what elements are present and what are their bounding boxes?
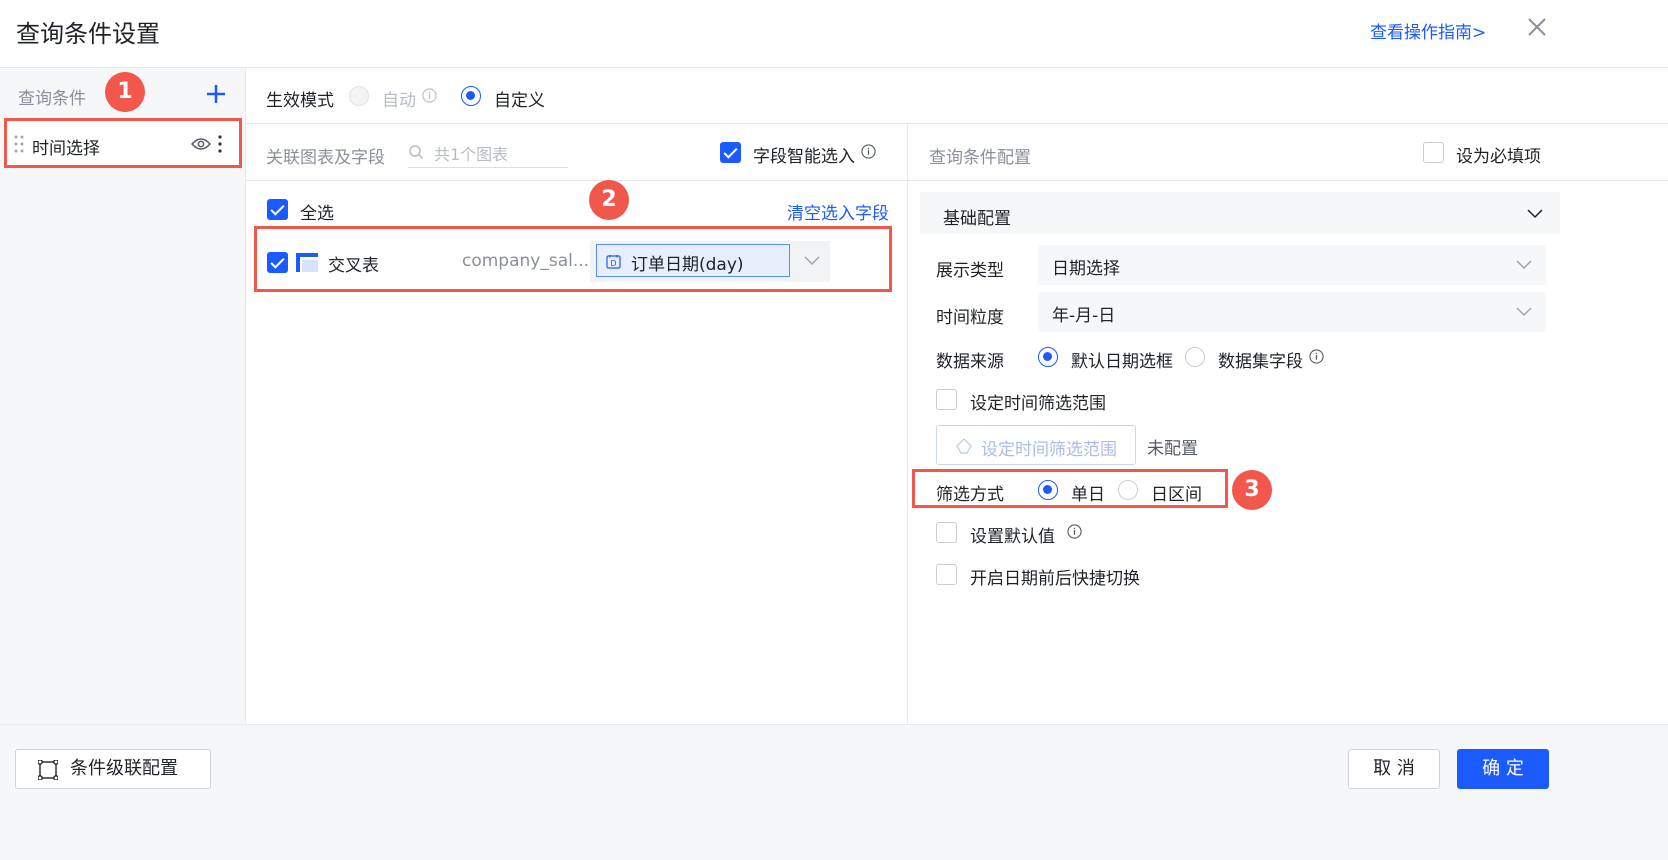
cross-table-icon bbox=[296, 253, 318, 272]
linked-charts-header: 关联图表及字段 共1个图表 字段智能选入 bbox=[246, 124, 908, 181]
clear-fields-link[interactable]: 清空选入字段 bbox=[787, 199, 889, 224]
select-all-label: 全选 bbox=[300, 204, 334, 224]
condition-config-panel: 查询条件配置 设为必填项 基础配置 展示类型 日期选择 时间粒度 年-月-日 数… bbox=[908, 124, 1668, 724]
search-input[interactable]: 共1个图表 bbox=[434, 141, 508, 165]
dialog-header: 查询条件设置 查看操作指南> bbox=[0, 0, 1668, 68]
condition-item[interactable]: 时间选择 bbox=[4, 118, 242, 168]
condition-config-header: 查询条件配置 设为必填项 bbox=[908, 124, 1668, 181]
cascade-config-label: 条件级联配置 bbox=[70, 758, 178, 779]
chevron-down-icon[interactable] bbox=[804, 256, 820, 266]
funnel-icon bbox=[956, 438, 972, 454]
data-source-field-radio[interactable] bbox=[1185, 347, 1205, 367]
date-field-icon: D bbox=[606, 255, 621, 269]
granularity-select[interactable]: 年-月-日 bbox=[1038, 292, 1546, 332]
time-range-label: 设定时间筛选范围 bbox=[970, 394, 1106, 414]
time-range-checkbox[interactable] bbox=[936, 389, 957, 410]
linked-charts-panel: 关联图表及字段 共1个图表 字段智能选入 全选 2 清空选入字段 交叉表 com… bbox=[246, 124, 908, 724]
confirm-button[interactable]: 确 定 bbox=[1457, 749, 1549, 789]
default-value-label: 设置默认值 bbox=[970, 527, 1055, 547]
cancel-button[interactable]: 取 消 bbox=[1348, 749, 1440, 789]
dialog-title: 查询条件设置 bbox=[16, 20, 160, 48]
quick-switch-label: 开启日期前后快捷切换 bbox=[970, 569, 1140, 589]
condition-list-panel: 查询条件 1 时间选择 bbox=[0, 68, 246, 724]
data-source-default-label: 默认日期选框 bbox=[1071, 352, 1173, 372]
granularity-value: 年-月-日 bbox=[1052, 306, 1116, 326]
chart-dataset: company_sal... bbox=[462, 251, 590, 271]
mode-auto-label: 自动 bbox=[382, 91, 416, 111]
info-icon bbox=[422, 88, 437, 103]
set-time-range-button-label: 设定时间筛选范围 bbox=[981, 440, 1117, 460]
field-tag[interactable]: D 订单日期(day) bbox=[596, 244, 790, 277]
smart-select-checkbox[interactable] bbox=[720, 142, 741, 163]
mode-custom-radio[interactable] bbox=[461, 86, 481, 106]
svg-text:D: D bbox=[610, 259, 616, 268]
filter-mode-single-label: 单日 bbox=[1071, 485, 1105, 505]
condition-list-title: 查询条件 bbox=[18, 89, 86, 109]
default-value-checkbox[interactable] bbox=[936, 522, 957, 543]
basic-config-section[interactable]: 基础配置 bbox=[920, 192, 1560, 234]
chart-row[interactable]: 交叉表 company_sal... D 订单日期(day) bbox=[254, 226, 892, 292]
info-icon bbox=[1309, 349, 1324, 364]
chevron-down-icon[interactable] bbox=[1527, 209, 1543, 219]
mode-auto-radio[interactable] bbox=[349, 86, 369, 106]
info-icon bbox=[861, 144, 876, 159]
filter-mode-single-radio[interactable] bbox=[1038, 480, 1058, 500]
data-source-label: 数据来源 bbox=[936, 352, 1004, 372]
smart-select-label: 字段智能选入 bbox=[753, 147, 855, 167]
time-range-status: 未配置 bbox=[1147, 439, 1198, 459]
info-icon bbox=[1067, 524, 1082, 539]
select-all-checkbox[interactable] bbox=[267, 199, 288, 220]
chevron-down-icon bbox=[1516, 307, 1532, 317]
filter-mode-label: 筛选方式 bbox=[936, 485, 1004, 505]
step-badge-3: 3 bbox=[1232, 470, 1272, 510]
guide-link[interactable]: 查看操作指南> bbox=[1370, 18, 1486, 43]
more-vertical-icon[interactable] bbox=[217, 135, 223, 153]
granularity-label: 时间粒度 bbox=[936, 308, 1004, 328]
display-type-label: 展示类型 bbox=[936, 261, 1004, 281]
drag-handle-icon[interactable] bbox=[14, 135, 24, 153]
add-condition-icon[interactable] bbox=[204, 82, 228, 106]
mode-custom-label: 自定义 bbox=[494, 91, 545, 111]
dialog-footer: 条件级联配置 取 消 确 定 bbox=[0, 724, 1668, 860]
required-checkbox[interactable] bbox=[1423, 142, 1444, 163]
cascade-icon bbox=[38, 760, 58, 780]
display-type-value: 日期选择 bbox=[1052, 259, 1120, 279]
effect-mode-label: 生效模式 bbox=[266, 91, 334, 111]
close-icon[interactable] bbox=[1522, 12, 1552, 42]
filter-mode-range-radio[interactable] bbox=[1118, 480, 1138, 500]
data-source-field-label: 数据集字段 bbox=[1218, 352, 1303, 372]
set-time-range-button[interactable]: 设定时间筛选范围 bbox=[936, 425, 1136, 465]
basic-config-title: 基础配置 bbox=[943, 209, 1011, 229]
step-badge-2: 2 bbox=[589, 180, 629, 220]
chart-row-checkbox[interactable] bbox=[267, 252, 288, 273]
chart-search[interactable]: 共1个图表 bbox=[408, 138, 568, 168]
step-badge-1: 1 bbox=[105, 72, 145, 112]
display-type-select[interactable]: 日期选择 bbox=[1038, 245, 1546, 285]
required-label: 设为必填项 bbox=[1456, 147, 1541, 167]
cascade-config-button[interactable]: 条件级联配置 bbox=[15, 749, 211, 789]
eye-icon[interactable] bbox=[191, 136, 211, 152]
condition-config-title: 查询条件配置 bbox=[929, 148, 1031, 168]
chart-name: 交叉表 bbox=[328, 256, 379, 276]
filter-mode-range-label: 日区间 bbox=[1151, 485, 1202, 505]
chevron-down-icon bbox=[1516, 260, 1532, 270]
condition-item-label: 时间选择 bbox=[32, 139, 100, 159]
data-source-default-radio[interactable] bbox=[1038, 347, 1058, 367]
linked-charts-title: 关联图表及字段 bbox=[266, 148, 385, 168]
search-icon bbox=[409, 145, 424, 160]
quick-switch-checkbox[interactable] bbox=[936, 564, 957, 585]
query-condition-dialog: 查询条件设置 查看操作指南> 查询条件 1 时间选择 生效模式 自动 自定义 关… bbox=[0, 0, 1668, 860]
effect-mode-bar: 生效模式 自动 自定义 bbox=[246, 68, 1668, 124]
field-select[interactable]: D 订单日期(day) bbox=[590, 241, 830, 282]
field-tag-label: 订单日期(day) bbox=[631, 255, 744, 275]
